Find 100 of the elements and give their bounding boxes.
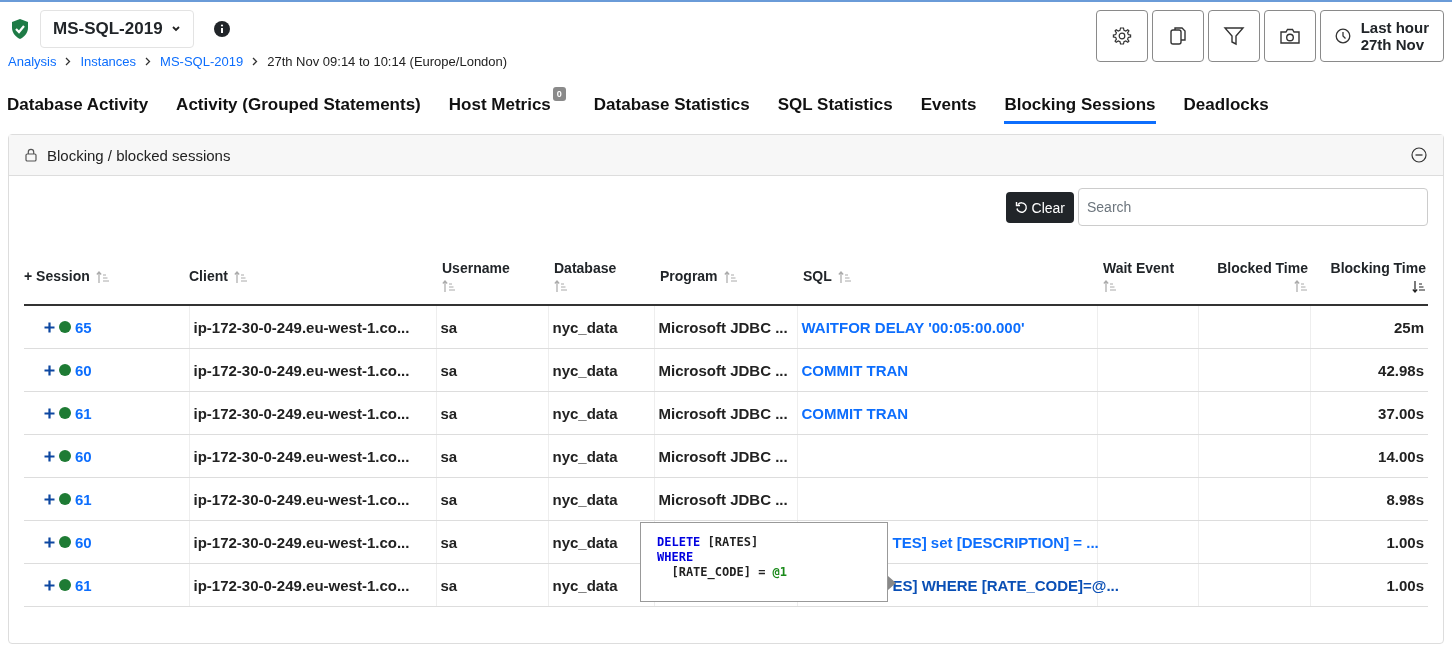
table-cell: 1.00s xyxy=(1386,533,1424,551)
column-header[interactable]: Username xyxy=(442,259,510,276)
expand-plus-icon[interactable] xyxy=(44,364,55,376)
table-cell: 1.00s xyxy=(1386,576,1424,594)
session-link[interactable]: 61 xyxy=(75,576,92,594)
expand-plus-icon[interactable] xyxy=(44,536,55,548)
breadcrumb-link[interactable]: Analysis xyxy=(8,54,57,69)
panel-title: Blocking / blocked sessions xyxy=(47,146,231,164)
expand-plus-icon[interactable] xyxy=(44,579,55,591)
copy-button[interactable] xyxy=(1151,10,1204,62)
table-cell: ip-172-30-0-249.eu-west-1.co... xyxy=(193,490,410,508)
table-cell: Microsoft JDBC ... xyxy=(658,490,788,508)
session-link[interactable]: 60 xyxy=(75,533,92,551)
sort-descending-icon[interactable] xyxy=(1412,279,1426,293)
tab[interactable]: Activity (Grouped Statements) xyxy=(176,91,421,124)
tab[interactable]: Events xyxy=(920,91,977,124)
settings-button[interactable] xyxy=(1095,10,1148,62)
tab[interactable]: Deadlocks xyxy=(1183,91,1269,124)
table-cell: ip-172-30-0-249.eu-west-1.co... xyxy=(193,447,410,465)
session-link[interactable]: 61 xyxy=(75,404,92,422)
table-cell: Microsoft JDBC ... xyxy=(658,361,788,379)
tab[interactable]: Database Activity xyxy=(7,91,149,124)
tab[interactable]: Database Statistics xyxy=(593,91,750,124)
expand-plus-icon[interactable] xyxy=(44,321,55,333)
camera-icon xyxy=(1278,27,1301,45)
breadcrumb-text: 27th Nov 09:14 to 10:14 (Europe/London) xyxy=(267,54,508,69)
table-cell: ip-172-30-0-249.eu-west-1.co... xyxy=(193,318,410,336)
copy-icon xyxy=(1167,25,1188,47)
breadcrumb-link[interactable]: MS-SQL-2019 xyxy=(160,54,244,69)
session-link[interactable]: 60 xyxy=(75,447,92,465)
breadcrumb-link[interactable]: Instances xyxy=(80,54,137,69)
table-cell: ip-172-30-0-249.eu-west-1.co... xyxy=(193,576,410,594)
table-cell: sa xyxy=(440,361,458,379)
table-cell: sa xyxy=(440,318,458,336)
table-cell: 37.00s xyxy=(1378,404,1424,422)
sql-link[interactable]: COMMIT TRAN xyxy=(801,404,909,422)
column-header[interactable]: Blocking Time xyxy=(1330,259,1426,276)
chevron-right-icon xyxy=(65,57,72,66)
code-text: DELETE xyxy=(657,535,701,549)
sql-link[interactable]: ES] WHERE [RATE_CODE]=@... xyxy=(892,576,1119,594)
table-cell: sa xyxy=(440,533,458,551)
clock-icon xyxy=(1334,28,1351,44)
sql-link[interactable]: WAITFOR DELAY '00:05:00.000' xyxy=(801,318,1025,336)
code-text: [RATES] xyxy=(706,535,759,549)
chevron-right-icon xyxy=(252,57,259,66)
filter-icon xyxy=(1222,25,1245,47)
code-text: [RATE_CODE] = xyxy=(670,565,767,579)
table-cell: nyc_data xyxy=(552,361,618,379)
code-text: WHERE xyxy=(657,550,694,564)
sql-link[interactable]: TES] set [DESCRIPTION] = ... xyxy=(892,533,1099,551)
chevron-right-icon xyxy=(145,57,152,66)
info-icon[interactable] xyxy=(213,21,230,37)
session-link[interactable]: 61 xyxy=(75,490,92,508)
column-header[interactable]: Client xyxy=(189,268,228,284)
table-cell: sa xyxy=(440,576,458,594)
expand-plus-icon[interactable] xyxy=(44,450,55,462)
table-cell: nyc_data xyxy=(552,576,618,594)
sql-link[interactable]: COMMIT TRAN xyxy=(801,361,909,379)
chevron-down-icon xyxy=(170,25,181,33)
column-header[interactable]: SQL xyxy=(803,268,832,284)
table-cell: sa xyxy=(440,404,458,422)
undo-icon xyxy=(1014,201,1028,214)
column-header[interactable]: Database xyxy=(554,259,617,276)
table-cell: nyc_data xyxy=(552,533,618,551)
collapse-icon[interactable] xyxy=(1411,147,1427,163)
column-header[interactable]: Blocked Time xyxy=(1217,259,1308,276)
tab[interactable]: SQL Statistics xyxy=(777,91,893,124)
table-cell: ip-172-30-0-249.eu-west-1.co... xyxy=(193,533,410,551)
table-cell: ip-172-30-0-249.eu-west-1.co... xyxy=(193,361,410,379)
expand-plus-icon[interactable] xyxy=(44,493,55,505)
time-range-button[interactable]: Last hour 27th Nov xyxy=(1319,10,1444,62)
filter-button[interactable] xyxy=(1207,10,1260,62)
table-cell: Microsoft JDBC ... xyxy=(658,404,788,422)
tab[interactable]: Host Metrics xyxy=(448,91,551,124)
column-header[interactable]: Program xyxy=(660,268,718,284)
table-cell: 42.98s xyxy=(1378,361,1424,379)
table-cell: sa xyxy=(440,447,458,465)
camera-button[interactable] xyxy=(1263,10,1316,62)
column-header[interactable]: Wait Event xyxy=(1103,259,1175,276)
session-link[interactable]: 65 xyxy=(75,318,92,336)
clear-button[interactable]: Clear xyxy=(1005,192,1074,223)
table-cell: nyc_data xyxy=(552,490,618,508)
search-field[interactable]: Search xyxy=(1078,188,1428,226)
expand-plus-icon[interactable] xyxy=(44,407,55,419)
table-cell: 14.00s xyxy=(1378,447,1424,465)
session-link[interactable]: 60 xyxy=(75,361,92,379)
code-text: @1 xyxy=(772,565,788,579)
column-header[interactable]: + Session xyxy=(24,268,90,284)
table-cell: 8.98s xyxy=(1386,490,1424,508)
table-cell: ip-172-30-0-249.eu-west-1.co... xyxy=(193,404,410,422)
table-cell: nyc_data xyxy=(552,318,618,336)
lock-icon xyxy=(25,148,37,162)
instance-dropdown[interactable]: MS-SQL-2019 xyxy=(40,10,194,48)
table-cell: Microsoft JDBC ... xyxy=(658,447,788,465)
table-cell: nyc_data xyxy=(552,447,618,465)
table-cell: nyc_data xyxy=(552,404,618,422)
tab[interactable]: Blocking Sessions xyxy=(1004,91,1156,124)
gear-icon xyxy=(1111,26,1132,46)
table-cell: sa xyxy=(440,490,458,508)
table-cell: 25m xyxy=(1393,318,1424,336)
